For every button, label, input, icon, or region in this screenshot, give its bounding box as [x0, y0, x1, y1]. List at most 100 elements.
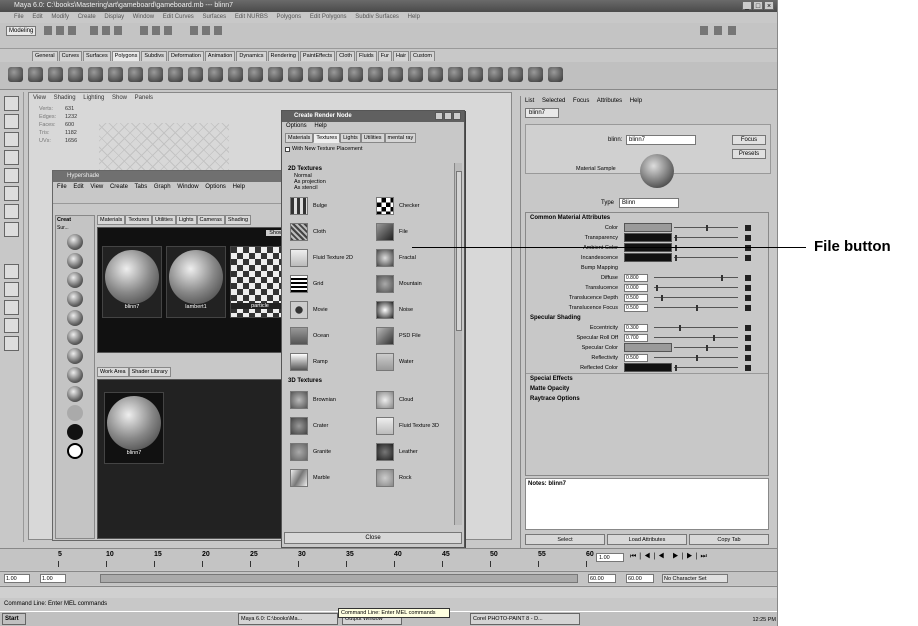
slider-knob[interactable] [696, 305, 698, 311]
rock-button[interactable]: Rock [372, 467, 456, 488]
create-bar-surface-section[interactable]: Sur... [56, 224, 94, 232]
attribute-slider[interactable] [654, 305, 738, 311]
snap-point-icon[interactable] [164, 26, 172, 35]
attribute-value-field[interactable]: 0.500 [624, 354, 648, 362]
ae-node-tab[interactable]: blinn7 [525, 108, 559, 118]
hs-tab-materials[interactable]: Materials [97, 215, 126, 225]
attribute-value-field[interactable]: 0.500 [624, 294, 648, 302]
shelf-tab-dynamics[interactable]: Dynamics [236, 51, 267, 61]
attribute-value-field[interactable]: 0.800 [624, 274, 648, 282]
hs-menu-window[interactable]: Window [177, 184, 198, 190]
type-dropdown[interactable]: Blinn [619, 198, 679, 208]
poly-extrude-edge-icon[interactable] [228, 67, 243, 82]
poly-sphere-icon[interactable] [8, 67, 23, 82]
poly-reduce-icon[interactable] [348, 67, 363, 82]
ae-menu-list[interactable]: List [525, 98, 534, 104]
crn-tab-mentalray[interactable]: mental ray [384, 133, 417, 143]
noise-button[interactable]: Noise [372, 299, 456, 320]
poly-cube-icon[interactable] [28, 67, 43, 82]
slider-knob[interactable] [696, 355, 698, 361]
section-raytrace-options[interactable]: Raytrace Options [526, 394, 768, 404]
hypershade-layout-icon[interactable] [4, 336, 19, 351]
mode-selector[interactable]: Modeling [6, 26, 36, 36]
new-texture-placement-checkbox[interactable]: With New Texture Placement [285, 146, 464, 152]
shader-swatch[interactable] [67, 253, 83, 269]
shader-swatch[interactable] [67, 234, 83, 250]
poly-triangulate-icon[interactable] [368, 67, 383, 82]
attribute-value-field[interactable]: 0.500 [624, 304, 648, 312]
select-component-icon[interactable] [114, 26, 122, 35]
file-button[interactable]: File [372, 221, 456, 242]
bulge-button[interactable]: Bulge [286, 195, 372, 216]
slider-knob[interactable] [712, 335, 715, 341]
menu-edit[interactable]: Edit [32, 14, 42, 20]
hs-menu-file[interactable]: File [57, 184, 67, 190]
cloth-button[interactable]: Cloth [286, 221, 372, 242]
poly-split-icon[interactable] [248, 67, 263, 82]
focus-button[interactable]: Focus [732, 135, 766, 145]
menu-file[interactable]: File [14, 14, 24, 20]
shelf-tab-hair[interactable]: Hair [392, 51, 410, 61]
hs-tab-textures[interactable]: Textures [125, 215, 153, 225]
shelf-tab-rendering[interactable]: Rendering [267, 51, 299, 61]
poly-extrude-face-icon[interactable] [208, 67, 223, 82]
map-button-icon[interactable] [745, 225, 751, 231]
poly-mirror-icon[interactable] [308, 67, 323, 82]
menu-edit-nurbs[interactable]: Edit NURBS [235, 14, 268, 20]
shader-swatch[interactable] [67, 405, 83, 421]
poly-bevel-icon[interactable] [188, 67, 203, 82]
create-bar-tab[interactable]: Creat [56, 216, 94, 224]
close-button[interactable]: × [764, 1, 774, 10]
attribute-slider[interactable] [654, 275, 738, 281]
attribute-editor-toggle-icon[interactable] [714, 26, 722, 35]
viewport-menu-lighting[interactable]: Lighting [83, 95, 104, 101]
section-matte-opacity[interactable]: Matte Opacity [526, 384, 768, 394]
save-scene-icon[interactable] [68, 26, 76, 35]
slider-knob[interactable] [655, 285, 658, 291]
hs-menu-view[interactable]: View [90, 184, 103, 190]
time-slider[interactable]: 5 10 15 20 25 30 35 40 45 50 55 60 1.00 … [0, 548, 777, 570]
tool-settings-toggle-icon[interactable] [728, 26, 736, 35]
tab-work-area[interactable]: Work Area [97, 367, 129, 377]
shader-swatch[interactable] [67, 329, 83, 345]
menu-window[interactable]: Window [133, 14, 154, 20]
slider-knob[interactable] [706, 225, 708, 231]
playback-start-field[interactable]: 1.00 [40, 574, 66, 583]
poly-torus-icon[interactable] [108, 67, 123, 82]
poly-wedge-icon[interactable] [468, 67, 483, 82]
brownian-button[interactable]: Brownian [286, 389, 372, 410]
section-common-material-attributes[interactable]: Common Material Attributes [526, 213, 768, 223]
attribute-slider[interactable] [674, 345, 738, 351]
attribute-slider[interactable] [674, 225, 738, 231]
attribute-slider[interactable] [654, 285, 738, 291]
crn-minimize-button[interactable] [435, 112, 443, 120]
hypershade-work-area[interactable]: blinn7 [97, 379, 291, 539]
slider-knob[interactable] [721, 275, 724, 281]
slider-knob[interactable] [679, 325, 682, 331]
menu-create[interactable]: Create [78, 14, 96, 20]
scale-tool-icon[interactable] [4, 186, 19, 201]
copy-tab-button[interactable]: Copy Tab [689, 534, 769, 545]
hs-menu-options[interactable]: Options [205, 184, 226, 190]
viewport-menu-view[interactable]: View [33, 95, 46, 101]
shader-swatch[interactable] [67, 310, 83, 326]
poly-quadrangulate-icon[interactable] [388, 67, 403, 82]
ae-menu-focus[interactable]: Focus [573, 98, 589, 104]
shelf-tab-cloth[interactable]: Cloth [336, 51, 356, 61]
map-button-icon[interactable] [745, 255, 751, 261]
select-button[interactable]: Select [525, 534, 605, 545]
material-swatch-lambert1[interactable]: lambert1 [166, 246, 226, 318]
paint-select-tool-icon[interactable] [4, 132, 19, 147]
color-swatch[interactable] [624, 363, 672, 372]
poly-boolean-icon[interactable] [328, 67, 343, 82]
taskbar-photopaint[interactable]: Corel PHOTO-PAINT 8 - D... [470, 613, 580, 625]
select-object-icon[interactable] [102, 26, 110, 35]
crn-menu-help[interactable]: Help [314, 123, 326, 129]
hs-menu-create[interactable]: Create [110, 184, 128, 190]
playback-end-field[interactable]: 60.00 [588, 574, 616, 583]
shelf-tab-general[interactable]: General [32, 51, 58, 61]
maximize-button[interactable]: □ [753, 1, 763, 10]
crater-button[interactable]: Crater [286, 415, 372, 436]
minimize-button[interactable]: _ [742, 1, 752, 10]
rotate-tool-icon[interactable] [4, 168, 19, 183]
